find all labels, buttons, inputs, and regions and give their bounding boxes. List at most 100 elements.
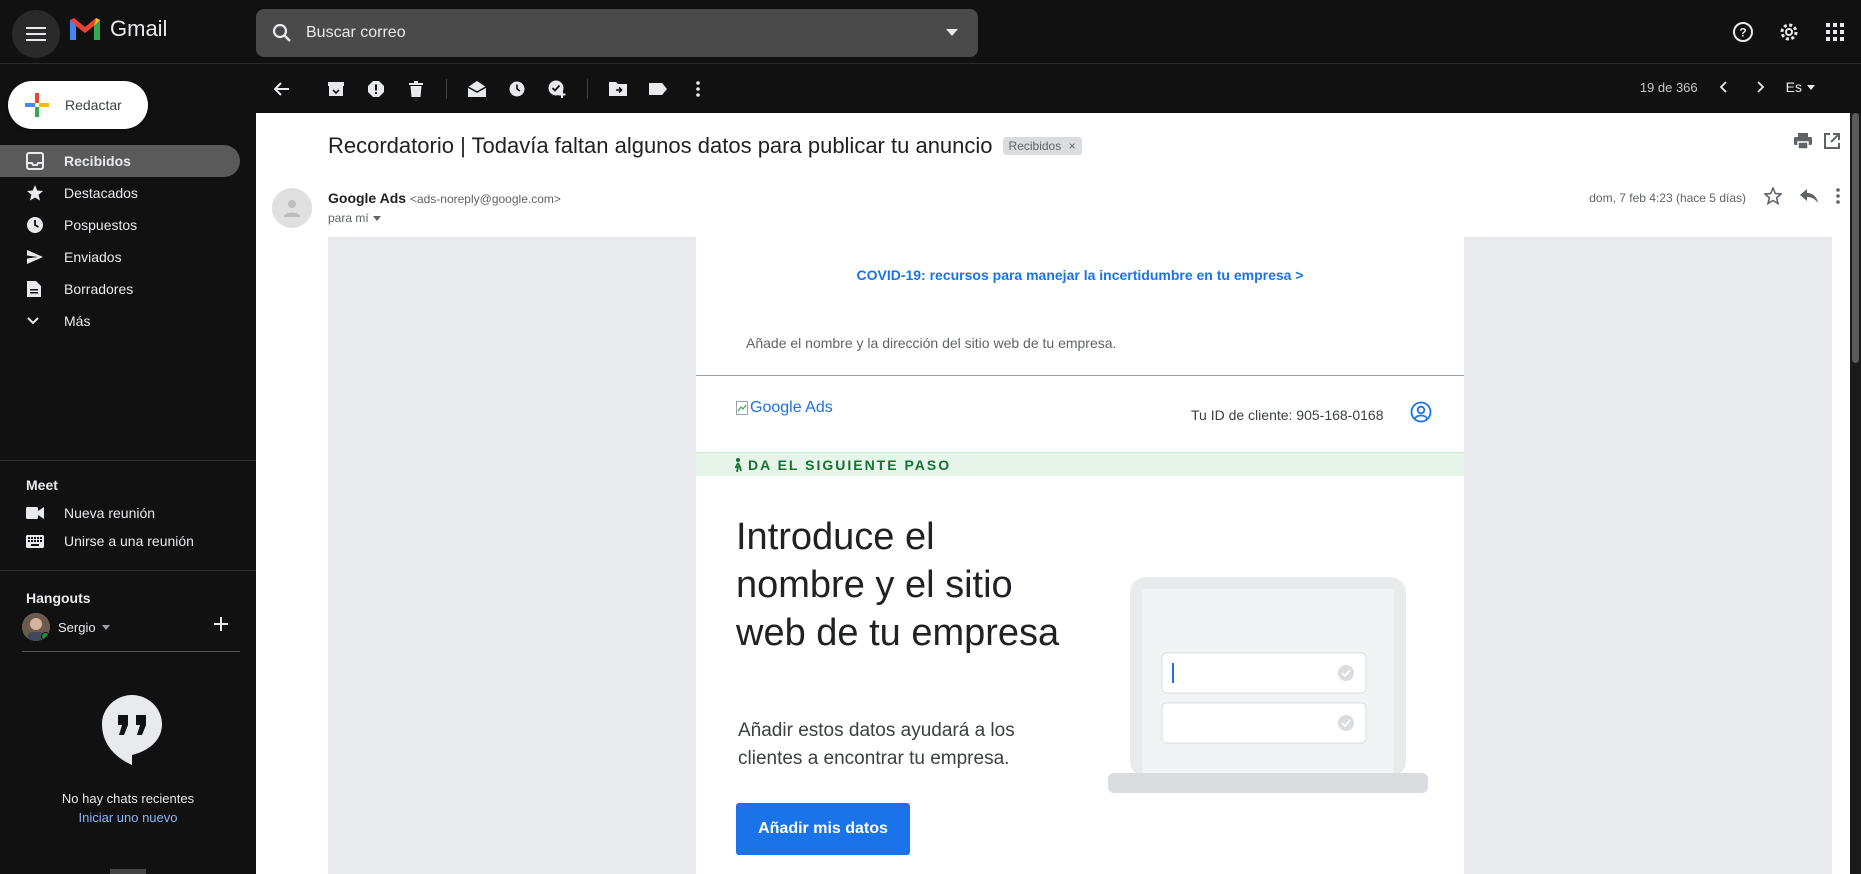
sidebar-item-label: Recibidos xyxy=(64,153,131,169)
mail-open-icon xyxy=(468,81,486,97)
support-button[interactable]: ? xyxy=(1725,14,1761,50)
task-add-icon xyxy=(548,80,566,98)
chevron-down-icon xyxy=(372,215,381,221)
plus-icon xyxy=(25,93,49,117)
archive-icon xyxy=(328,82,344,96)
clock-icon xyxy=(509,81,525,97)
mark-unread-button[interactable] xyxy=(457,69,497,109)
inbox-icon xyxy=(26,152,46,170)
sidebar-item-more[interactable]: Más xyxy=(0,305,240,337)
chevron-down-icon xyxy=(1807,84,1815,90)
meet-join-meeting[interactable]: Unirse a una reunión xyxy=(26,533,194,549)
settings-button[interactable] xyxy=(1771,14,1807,50)
search-options-icon[interactable] xyxy=(946,29,958,37)
account-button[interactable] xyxy=(1410,401,1432,428)
recipient-text: para mí xyxy=(328,211,369,225)
sidebar-item-sent[interactable]: Enviados xyxy=(0,241,240,273)
print-icon xyxy=(1794,133,1812,150)
start-new-chat-link[interactable]: Iniciar uno nuevo xyxy=(0,810,256,825)
sidebar-item-drafts[interactable]: Borradores xyxy=(0,273,240,305)
input-language-label: Es xyxy=(1785,79,1802,95)
sidebar-item-label: Borradores xyxy=(64,281,134,297)
clock-icon xyxy=(26,216,46,234)
print-all-button[interactable] xyxy=(1794,133,1812,154)
hero-title: Introduce el nombre y el sitio web de tu… xyxy=(736,516,1060,654)
compose-button[interactable]: Redactar xyxy=(8,81,148,129)
star-button[interactable] xyxy=(1763,185,1783,208)
folder-move-icon xyxy=(609,82,627,96)
laptop-illustration xyxy=(1108,577,1428,812)
avatar xyxy=(22,613,50,641)
add-hangout-button[interactable] xyxy=(214,617,228,636)
meet-item-label: Nueva reunión xyxy=(64,505,156,521)
star-icon xyxy=(26,184,46,202)
scroll-handle[interactable] xyxy=(110,869,146,874)
sidebar-item-label: Enviados xyxy=(64,249,122,265)
sidebar-item-label: Pospuestos xyxy=(64,217,138,233)
chevron-down-icon xyxy=(26,316,46,326)
sender-name[interactable]: Google Ads xyxy=(328,190,406,206)
online-status-dot xyxy=(41,632,50,641)
gmail-m-icon xyxy=(70,18,100,40)
reply-button[interactable] xyxy=(1800,189,1818,206)
chevron-down-icon[interactable] xyxy=(101,624,110,630)
message-scrollbar[interactable] xyxy=(1850,113,1861,874)
more-actions-button[interactable] xyxy=(1836,188,1840,207)
card-divider xyxy=(696,375,1464,376)
add-to-tasks-button[interactable] xyxy=(537,69,577,109)
sender-avatar[interactable] xyxy=(272,188,312,228)
spam-icon xyxy=(368,81,384,97)
report-spam-button[interactable] xyxy=(356,69,396,109)
arrow-left-icon xyxy=(274,82,289,96)
star-outline-icon xyxy=(1763,185,1783,206)
google-ads-logo[interactable]: Google Ads xyxy=(736,399,833,417)
message-toolbar: 19 de 366 Es xyxy=(256,65,1861,113)
next-step-text: DA EL SIGUIENTE PASO xyxy=(748,456,952,473)
move-to-button[interactable] xyxy=(598,69,638,109)
remove-label-icon[interactable]: × xyxy=(1069,139,1076,153)
more-options-button[interactable] xyxy=(678,69,718,109)
main-menu-button[interactable] xyxy=(12,10,60,58)
input-language-button[interactable]: Es xyxy=(1786,79,1815,95)
back-button[interactable] xyxy=(262,69,302,109)
covid-resources-link[interactable]: COVID-19: recursos para manejar la incer… xyxy=(696,267,1464,283)
message-date: dom, 7 feb 4:23 (hace 5 días) xyxy=(1589,190,1746,205)
plus-icon xyxy=(214,617,228,631)
labels-button[interactable] xyxy=(638,69,678,109)
open-in-new-icon xyxy=(1824,133,1840,149)
open-new-window-button[interactable] xyxy=(1824,133,1840,154)
search-icon[interactable] xyxy=(272,23,292,43)
gmail-logo[interactable]: Gmail xyxy=(68,16,167,42)
meet-new-meeting[interactable]: Nueva reunión xyxy=(26,505,155,521)
inbox-label-chip[interactable]: Recibidos × xyxy=(1002,137,1082,155)
sidebar-divider xyxy=(0,570,256,571)
client-id: Tu ID de cliente: 905-168-0168 xyxy=(1191,407,1384,423)
newer-button[interactable] xyxy=(1710,81,1736,93)
older-button[interactable] xyxy=(1748,81,1774,93)
chevron-left-icon xyxy=(1719,81,1727,93)
scrollbar-thumb[interactable] xyxy=(1852,113,1859,363)
account-circle-icon xyxy=(1410,401,1432,423)
subject-text: Recordatorio | Todavía faltan algunos da… xyxy=(328,133,993,158)
snooze-button[interactable] xyxy=(497,69,537,109)
no-chats-text: No hay chats recientes xyxy=(61,791,195,806)
archive-button[interactable] xyxy=(316,69,356,109)
video-icon xyxy=(26,506,46,520)
meet-section-title: Meet xyxy=(26,477,58,493)
search-input[interactable] xyxy=(306,24,946,42)
hangouts-quote-icon xyxy=(100,693,164,770)
message-view: Recordatorio | Todavía faltan algunos da… xyxy=(256,113,1850,874)
email-subject: Recordatorio | Todavía faltan algunos da… xyxy=(328,133,1082,159)
sidebar-item-starred[interactable]: Destacados xyxy=(0,177,240,209)
hangouts-user[interactable]: Sergio xyxy=(22,613,110,641)
more-vert-icon xyxy=(696,81,700,97)
delete-button[interactable] xyxy=(396,69,436,109)
search-bar[interactable] xyxy=(256,9,978,57)
help-icon: ? xyxy=(1733,22,1753,42)
sidebar-item-snoozed[interactable]: Pospuestos xyxy=(0,209,240,241)
sidebar-item-inbox[interactable]: Recibidos xyxy=(0,145,240,177)
add-my-data-button[interactable]: Añadir mis datos xyxy=(736,803,910,855)
apps-button[interactable] xyxy=(1817,14,1853,50)
trash-icon xyxy=(409,81,423,97)
recipient-details[interactable]: para mí xyxy=(328,211,381,225)
